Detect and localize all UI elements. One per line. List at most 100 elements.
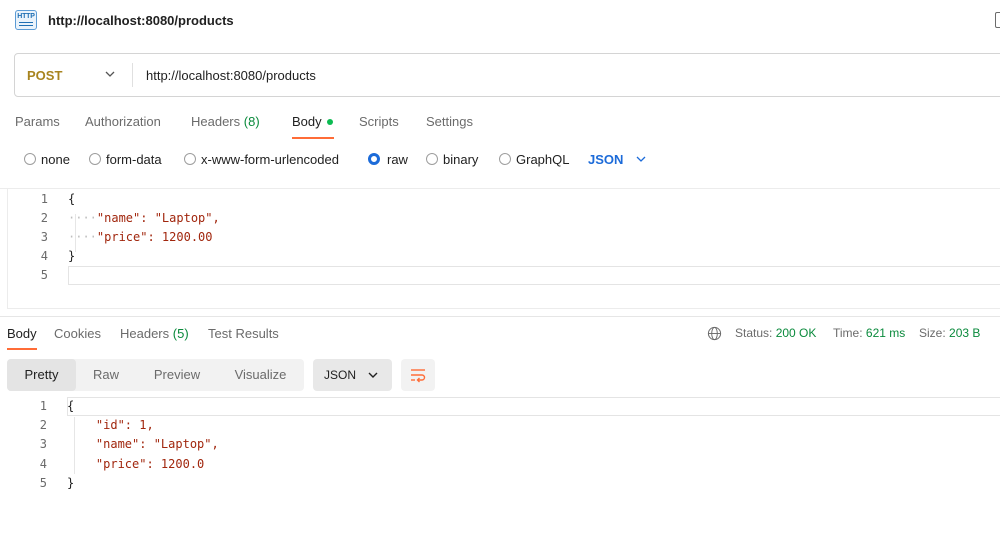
line-number: 2 xyxy=(40,211,48,225)
view-visualize-button[interactable]: Visualize xyxy=(219,359,302,391)
code-line: 2 "id": 1, xyxy=(7,416,1000,435)
section-divider xyxy=(0,316,1000,317)
code-text: } xyxy=(68,249,76,263)
line-number: 1 xyxy=(40,192,48,206)
view-preview-button[interactable]: Preview xyxy=(140,359,214,391)
radio-form-data[interactable] xyxy=(89,153,101,165)
line-number: 5 xyxy=(40,268,48,282)
response-body-viewer[interactable]: 1 { 2 "id": 1, 3 "name": "Laptop", 4 "pr… xyxy=(7,397,1000,497)
time-value: 621 ms xyxy=(865,326,906,340)
tab-body[interactable]: Body xyxy=(292,114,333,129)
headers-count: (8) xyxy=(243,114,260,129)
size-label: Size: xyxy=(919,326,946,340)
json-line-4: "price": 1200.0 xyxy=(95,457,205,471)
line-number: 4 xyxy=(39,457,47,471)
code-text: { xyxy=(67,399,75,413)
code-line: 3 ····"price": 1200.00 xyxy=(8,228,1000,247)
request-title[interactable]: http://localhost:8080/products xyxy=(48,13,234,28)
line-number: 4 xyxy=(40,249,48,263)
tab-scripts[interactable]: Scripts xyxy=(359,114,399,129)
time-info[interactable]: Time: 621 ms xyxy=(833,326,905,340)
code-line: 5 } xyxy=(7,474,1000,493)
body-type-options: none form-data x-www-form-urlencoded raw… xyxy=(0,148,700,172)
globe-icon[interactable] xyxy=(707,326,722,341)
chevron-down-icon[interactable] xyxy=(635,153,647,165)
chevron-down-icon xyxy=(368,372,378,378)
radio-raw[interactable] xyxy=(368,153,380,165)
title-bar: HTTP http://localhost:8080/products xyxy=(0,0,1000,42)
tab-authorization[interactable]: Authorization xyxy=(85,114,161,129)
view-pretty-button[interactable]: Pretty xyxy=(7,359,76,391)
tab-headers-label: Headers xyxy=(191,114,241,129)
line-number: 1 xyxy=(39,399,47,413)
response-format-label: JSON xyxy=(324,368,357,382)
line-number: 3 xyxy=(40,230,48,244)
method-select[interactable]: POST xyxy=(27,68,62,83)
size-info[interactable]: Size: 203 B xyxy=(919,326,980,340)
response-tab-test-results[interactable]: Test Results xyxy=(208,326,279,341)
code-text: { xyxy=(68,192,76,206)
status-label: Status: xyxy=(735,326,773,340)
body-indicator-dot xyxy=(326,118,333,125)
line-number: 5 xyxy=(39,476,47,490)
line-number: 3 xyxy=(39,437,47,451)
code-text: ····"name": "Laptop", xyxy=(68,211,220,225)
view-raw-button[interactable]: Raw xyxy=(76,359,136,391)
radio-label-urlencoded[interactable]: x-www-form-urlencoded xyxy=(201,152,339,167)
radio-none[interactable] xyxy=(24,153,36,165)
response-headers-count: (5) xyxy=(172,326,189,341)
active-tab-indicator xyxy=(292,137,334,139)
radio-label-form-data[interactable]: form-data xyxy=(106,152,162,167)
code-text: "id": 1, xyxy=(67,418,154,432)
divider xyxy=(132,63,133,87)
code-line: 4 "price": 1200.0 xyxy=(7,455,1000,474)
radio-graphql[interactable] xyxy=(499,153,511,165)
time-label: Time: xyxy=(833,326,863,340)
response-view-switcher: Pretty Raw Preview Visualize xyxy=(7,359,304,391)
size-value: 203 B xyxy=(949,326,981,340)
response-format-select[interactable]: JSON xyxy=(313,359,392,391)
chevron-down-icon[interactable] xyxy=(103,67,117,81)
response-tab-cookies[interactable]: Cookies xyxy=(54,326,101,341)
radio-binary[interactable] xyxy=(426,153,438,165)
json-line-3: "name": "Laptop", xyxy=(95,437,219,451)
json-line-2: "name": "Laptop", xyxy=(96,211,220,225)
json-line-3: "price": 1200.00 xyxy=(96,230,213,244)
panel-toggle-icon[interactable] xyxy=(995,12,1000,28)
code-line: 1 { xyxy=(8,190,1000,209)
code-line: 2 ····"name": "Laptop", xyxy=(8,209,1000,228)
http-icon: HTTP xyxy=(15,10,37,30)
request-body-editor[interactable]: 1 { 2 ····"name": "Laptop", 3 ····"price… xyxy=(7,189,1000,309)
code-text: "name": "Laptop", xyxy=(67,437,219,451)
status-value: 200 OK xyxy=(775,326,817,340)
response-tab-body[interactable]: Body xyxy=(7,326,37,341)
radio-label-binary[interactable]: binary xyxy=(443,152,478,167)
tab-settings[interactable]: Settings xyxy=(426,114,473,129)
code-text: } xyxy=(67,476,75,490)
response-tab-headers[interactable]: Headers (5) xyxy=(120,326,189,341)
tab-body-label: Body xyxy=(292,114,322,129)
tab-params[interactable]: Params xyxy=(15,114,60,129)
http-icon-text: HTTP xyxy=(17,13,35,20)
code-line: 3 "name": "Laptop", xyxy=(7,435,1000,454)
radio-label-graphql[interactable]: GraphQL xyxy=(516,152,569,167)
status-info[interactable]: Status: 200 OK xyxy=(735,326,816,340)
json-line-2: "id": 1, xyxy=(95,418,154,432)
url-input[interactable]: http://localhost:8080/products xyxy=(146,68,316,83)
response-tab-headers-label: Headers xyxy=(120,326,170,341)
radio-label-raw[interactable]: raw xyxy=(387,152,408,167)
radio-label-none[interactable]: none xyxy=(41,152,70,167)
code-text: ····"price": 1200.00 xyxy=(68,230,213,244)
code-line: 5 xyxy=(8,266,1000,285)
active-tab-indicator xyxy=(7,348,37,350)
url-bar: POST http://localhost:8080/products xyxy=(14,53,1000,97)
wrap-lines-icon xyxy=(411,369,426,383)
code-text: "price": 1200.0 xyxy=(67,457,204,471)
wrap-lines-button[interactable] xyxy=(401,359,435,391)
tab-headers[interactable]: Headers (8) xyxy=(191,114,260,129)
language-select[interactable]: JSON xyxy=(588,152,623,167)
code-line: 4 } xyxy=(8,247,1000,266)
radio-urlencoded[interactable] xyxy=(184,153,196,165)
code-line: 1 { xyxy=(7,397,1000,416)
line-number: 2 xyxy=(39,418,47,432)
